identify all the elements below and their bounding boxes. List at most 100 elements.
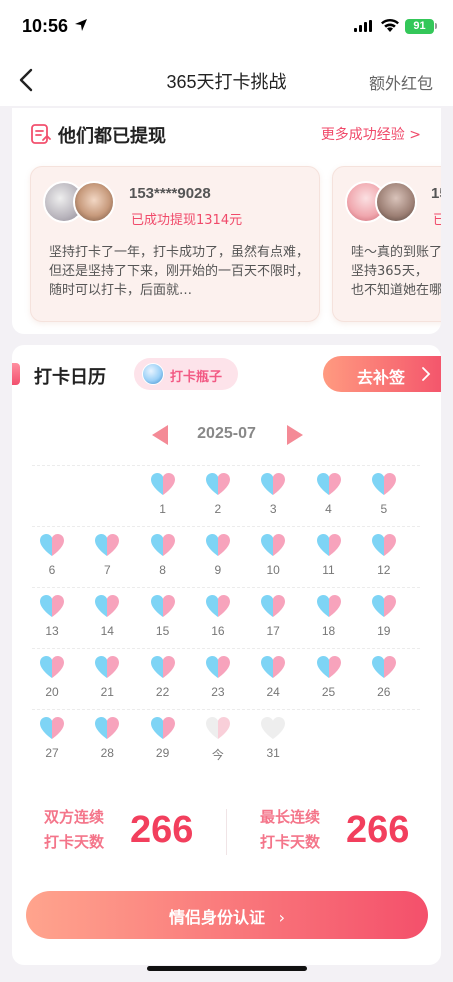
calendar-week-row: 20 21 22 23 24 25 26 xyxy=(32,648,420,706)
calendar-day-label: 29 xyxy=(155,746,170,760)
calendar-day-cell[interactable]: 3 xyxy=(253,470,293,524)
heart-checkin-icon xyxy=(40,534,64,556)
chevron-right-icon xyxy=(422,367,431,381)
couple-verify-text: 情侣身份认证 xyxy=(169,908,266,927)
makeup-checkin-button[interactable]: 去补签 xyxy=(323,356,441,392)
streak-stats: 双方连续 打卡天数 266 最长连续 打卡天数 266 xyxy=(12,797,441,867)
heart-checkin-icon xyxy=(40,595,64,617)
success-story-card[interactable]: 153****9028 已成功提现1314元 坚持打卡了一年，打卡成功了，虽然有… xyxy=(30,166,320,322)
calendar-day-label: 10 xyxy=(266,563,280,577)
calendar-day-cell[interactable]: 10 xyxy=(253,531,293,585)
calendar-day-label: 31 xyxy=(266,746,280,760)
heart-checkin-icon xyxy=(95,534,120,556)
calendar-day-cell[interactable]: 31 xyxy=(253,714,293,768)
longest-streak-label-line1: 最长连续 xyxy=(260,808,321,826)
heart-checkin-icon xyxy=(316,534,341,556)
calendar-day-cell[interactable]: 8 xyxy=(143,531,183,585)
mutual-streak-label-line2: 打卡天数 xyxy=(44,833,105,851)
calendar-day-cell[interactable]: 17 xyxy=(253,592,293,646)
mutual-streak-label-line1: 双方连续 xyxy=(44,808,105,826)
status-time: 10:56 xyxy=(22,16,69,36)
heart-checkin-icon xyxy=(150,717,175,739)
wifi-icon xyxy=(381,18,399,32)
calendar-day-label: 25 xyxy=(321,685,336,699)
calendar-day-cell[interactable]: 16 xyxy=(198,592,238,646)
home-indicator xyxy=(147,966,307,971)
location-arrow-icon xyxy=(75,19,87,31)
calendar-day-label: 2 xyxy=(214,502,222,516)
calendar-day-cell[interactable]: 11 xyxy=(309,531,349,585)
calendar-day-label: 3 xyxy=(269,502,277,516)
avatar xyxy=(73,181,115,223)
calendar-day-cell[interactable]: 28 xyxy=(87,714,127,768)
calendar-day-cell[interactable]: 24 xyxy=(253,653,293,707)
calendar-day-cell[interactable]: 1 xyxy=(143,470,183,524)
calendar-day-label: 11 xyxy=(322,563,335,577)
calendar-day-label: 16 xyxy=(211,624,225,638)
calendar-day-cell[interactable]: 14 xyxy=(87,592,127,646)
calendar-day-cell[interactable]: 22 xyxy=(143,653,183,707)
calendar-day-cell[interactable]: 25 xyxy=(309,653,349,707)
heart-checkin-icon xyxy=(150,473,175,495)
heart-checkin-icon xyxy=(371,473,396,495)
calendar-day-label: 19 xyxy=(377,624,391,638)
next-month-icon[interactable] xyxy=(285,423,305,447)
calendar-day-cell[interactable]: 26 xyxy=(364,653,404,707)
longest-streak-label: 最长连续 打卡天数 xyxy=(260,805,320,855)
heart-checkin-icon xyxy=(150,656,175,678)
calendar-day-cell[interactable]: 5 xyxy=(364,470,404,524)
calendar-day-label: 22 xyxy=(155,685,170,699)
calendar-day-cell[interactable]: 20 xyxy=(32,653,72,707)
heart-checkin-icon xyxy=(205,473,230,495)
calendar-day-cell[interactable]: 12 xyxy=(364,531,404,585)
avatar xyxy=(375,181,417,223)
heart-checkin-icon xyxy=(205,595,230,617)
calendar-day-cell[interactable]: 13 xyxy=(32,592,72,646)
story-text: 坚持打卡了一年，打卡成功了，虽然有点难，但还是坚持了下来，刚开始的一百天不限时，… xyxy=(49,245,310,298)
heart-checkin-icon xyxy=(205,717,230,739)
longest-streak-value: 266 xyxy=(346,809,410,851)
calendar-day-cell[interactable]: 23 xyxy=(198,653,238,707)
calendar-day-cell[interactable]: 2 xyxy=(198,470,238,524)
calendar-day-cell[interactable]: 18 xyxy=(309,592,349,646)
calendar-day-label: 18 xyxy=(321,624,336,638)
calendar-day-cell[interactable]: 9 xyxy=(198,531,238,585)
heart-checkin-icon xyxy=(261,717,286,739)
heart-checkin-icon xyxy=(371,656,396,678)
calendar-day-cell[interactable]: 6 xyxy=(32,531,72,585)
calendar-day-cell[interactable]: 15 xyxy=(143,592,183,646)
calendar-day-label: 8 xyxy=(159,563,166,577)
withdraw-receipt-icon xyxy=(31,124,51,144)
couple-verify-button[interactable]: 情侣身份认证 › xyxy=(26,891,428,939)
calendar-title: 打卡日历 xyxy=(34,367,106,388)
heart-checkin-icon xyxy=(205,534,230,556)
battery-indicator: 91 xyxy=(405,19,434,34)
checkin-bottle-button[interactable]: 打卡瓶子 xyxy=(134,358,238,390)
calendar-day-cell[interactable]: 29 xyxy=(143,714,183,768)
couple-avatars xyxy=(43,181,115,227)
calendar-day-cell[interactable]: 7 xyxy=(87,531,127,585)
calendar-day-label: 1 xyxy=(159,502,166,516)
heart-checkin-icon xyxy=(316,473,341,495)
calendar-day-label: 26 xyxy=(377,685,391,699)
calendar-day-cell[interactable]: 27 xyxy=(32,714,72,768)
stats-divider xyxy=(226,809,227,855)
success-section-title: 他们都已提现 xyxy=(58,126,166,147)
calendar-day-label: 13 xyxy=(45,624,59,638)
extra-red-packet-link[interactable]: 额外红包 xyxy=(369,70,433,94)
cellular-signal-icon xyxy=(354,20,372,32)
calendar-week-row: 27 28 29 今 31 xyxy=(32,709,420,767)
user-name: 153****9028 xyxy=(129,185,211,202)
success-story-card[interactable]: 15 已 哇～真的到账了 坚持365天， 也不知道她在哪 xyxy=(332,166,441,322)
calendar-day-cell[interactable]: 19 xyxy=(364,592,404,646)
heart-checkin-icon xyxy=(205,656,230,678)
current-month: 2025-07 xyxy=(197,425,256,442)
calendar-week-row: 13 14 15 16 17 18 19 xyxy=(32,587,420,645)
calendar-day-cell[interactable]: 今 xyxy=(198,714,238,768)
calendar-day-label: 24 xyxy=(266,685,280,699)
withdraw-status: 已成功提现1314元 xyxy=(131,213,243,228)
more-success-link[interactable]: 更多成功经验 > xyxy=(321,124,421,144)
calendar-day-cell[interactable]: 21 xyxy=(87,653,127,707)
calendar-day-cell[interactable]: 4 xyxy=(309,470,349,524)
chevron-right-icon: › xyxy=(278,908,285,927)
